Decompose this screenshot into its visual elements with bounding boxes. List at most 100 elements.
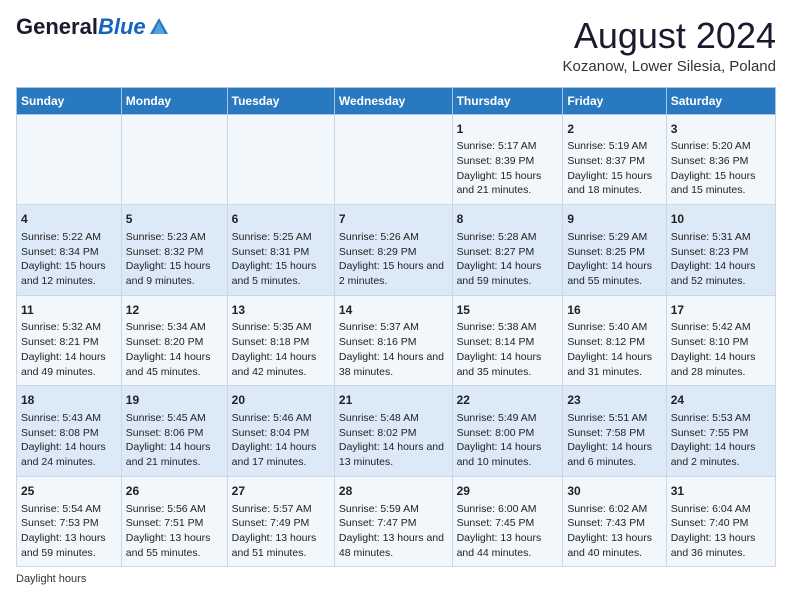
table-cell: 23 Sunrise: 5:51 AMSunset: 7:58 PMDayligh… <box>563 386 666 477</box>
day-number: 1 <box>457 121 559 138</box>
day-info: Sunrise: 5:25 AMSunset: 8:31 PMDaylight:… <box>232 230 330 289</box>
day-number: 22 <box>457 392 559 409</box>
day-info: Sunrise: 5:19 AMSunset: 8:37 PMDaylight:… <box>567 139 661 198</box>
table-cell: 6 Sunrise: 5:25 AMSunset: 8:31 PMDaylight… <box>227 205 334 296</box>
day-number: 27 <box>232 483 330 500</box>
table-cell: 18 Sunrise: 5:43 AMSunset: 8:08 PMDayligh… <box>17 386 122 477</box>
day-number: 5 <box>126 211 223 228</box>
table-cell: 31 Sunrise: 6:04 AMSunset: 7:40 PMDayligh… <box>666 476 775 567</box>
day-number: 12 <box>126 302 223 319</box>
col-sunday: Sunday <box>17 87 122 114</box>
table-cell <box>227 114 334 205</box>
col-monday: Monday <box>121 87 227 114</box>
day-number: 4 <box>21 211 117 228</box>
calendar-row: 4 Sunrise: 5:22 AMSunset: 8:34 PMDaylight… <box>17 205 776 296</box>
day-number: 17 <box>671 302 771 319</box>
day-info: Sunrise: 5:59 AMSunset: 7:47 PMDaylight:… <box>339 502 448 561</box>
col-friday: Friday <box>563 87 666 114</box>
day-number: 16 <box>567 302 661 319</box>
title-area: August 2024 Kozanow, Lower Silesia, Pola… <box>563 16 776 75</box>
day-number: 7 <box>339 211 448 228</box>
day-number: 26 <box>126 483 223 500</box>
day-number: 20 <box>232 392 330 409</box>
day-number: 14 <box>339 302 448 319</box>
location: Kozanow, Lower Silesia, Poland <box>563 58 776 75</box>
day-number: 29 <box>457 483 559 500</box>
table-cell: 22 Sunrise: 5:49 AMSunset: 8:00 PMDayligh… <box>452 386 563 477</box>
table-cell: 19 Sunrise: 5:45 AMSunset: 8:06 PMDayligh… <box>121 386 227 477</box>
table-cell: 28 Sunrise: 5:59 AMSunset: 7:47 PMDayligh… <box>334 476 452 567</box>
day-info: Sunrise: 5:43 AMSunset: 8:08 PMDaylight:… <box>21 411 117 470</box>
day-info: Sunrise: 5:42 AMSunset: 8:10 PMDaylight:… <box>671 320 771 379</box>
calendar-row: 18 Sunrise: 5:43 AMSunset: 8:08 PMDayligh… <box>17 386 776 477</box>
table-cell: 1Sunrise: 5:17 AMSunset: 8:39 PMDaylight… <box>452 114 563 205</box>
col-saturday: Saturday <box>666 87 775 114</box>
day-number: 19 <box>126 392 223 409</box>
day-info: Sunrise: 5:49 AMSunset: 8:00 PMDaylight:… <box>457 411 559 470</box>
calendar-row: 1Sunrise: 5:17 AMSunset: 8:39 PMDaylight… <box>17 114 776 205</box>
day-info: Sunrise: 5:20 AMSunset: 8:36 PMDaylight:… <box>671 139 771 198</box>
table-cell: 15Sunrise: 5:38 AMSunset: 8:14 PMDayligh… <box>452 295 563 386</box>
table-cell: 10 Sunrise: 5:31 AMSunset: 8:23 PMDayligh… <box>666 205 775 296</box>
table-cell: 29 Sunrise: 6:00 AMSunset: 7:45 PMDayligh… <box>452 476 563 567</box>
day-info: Sunrise: 5:57 AMSunset: 7:49 PMDaylight:… <box>232 502 330 561</box>
day-number: 9 <box>567 211 661 228</box>
day-info: Sunrise: 6:00 AMSunset: 7:45 PMDaylight:… <box>457 502 559 561</box>
day-number: 18 <box>21 392 117 409</box>
table-cell: 11Sunrise: 5:32 AMSunset: 8:21 PMDayligh… <box>17 295 122 386</box>
table-cell: 5 Sunrise: 5:23 AMSunset: 8:32 PMDaylight… <box>121 205 227 296</box>
table-cell <box>17 114 122 205</box>
day-number: 13 <box>232 302 330 319</box>
day-info: Sunrise: 5:23 AMSunset: 8:32 PMDaylight:… <box>126 230 223 289</box>
day-info: Sunrise: 5:29 AMSunset: 8:25 PMDaylight:… <box>567 230 661 289</box>
day-number: 10 <box>671 211 771 228</box>
col-thursday: Thursday <box>452 87 563 114</box>
table-cell <box>121 114 227 205</box>
table-cell: 12Sunrise: 5:34 AMSunset: 8:20 PMDayligh… <box>121 295 227 386</box>
day-info: Sunrise: 6:04 AMSunset: 7:40 PMDaylight:… <box>671 502 771 561</box>
day-info: Sunrise: 5:37 AMSunset: 8:16 PMDaylight:… <box>339 320 448 379</box>
calendar-row: 25Sunrise: 5:54 AMSunset: 7:53 PMDayligh… <box>17 476 776 567</box>
table-cell: 24Sunrise: 5:53 AMSunset: 7:55 PMDayligh… <box>666 386 775 477</box>
day-info: Sunrise: 5:51 AMSunset: 7:58 PMDaylight:… <box>567 411 661 470</box>
table-cell: 16Sunrise: 5:40 AMSunset: 8:12 PMDayligh… <box>563 295 666 386</box>
day-number: 28 <box>339 483 448 500</box>
calendar-table: Sunday Monday Tuesday Wednesday Thursday… <box>16 87 776 568</box>
day-info: Sunrise: 5:48 AMSunset: 8:02 PMDaylight:… <box>339 411 448 470</box>
col-tuesday: Tuesday <box>227 87 334 114</box>
day-info: Sunrise: 5:31 AMSunset: 8:23 PMDaylight:… <box>671 230 771 289</box>
table-cell: 13Sunrise: 5:35 AMSunset: 8:18 PMDayligh… <box>227 295 334 386</box>
header-row: Sunday Monday Tuesday Wednesday Thursday… <box>17 87 776 114</box>
logo-icon <box>148 16 170 38</box>
table-cell: 17Sunrise: 5:42 AMSunset: 8:10 PMDayligh… <box>666 295 775 386</box>
day-info: Sunrise: 5:56 AMSunset: 7:51 PMDaylight:… <box>126 502 223 561</box>
day-number: 2 <box>567 121 661 138</box>
table-cell: 21 Sunrise: 5:48 AMSunset: 8:02 PMDayligh… <box>334 386 452 477</box>
logo-blue: Blue <box>98 14 146 39</box>
calendar-row: 11Sunrise: 5:32 AMSunset: 8:21 PMDayligh… <box>17 295 776 386</box>
col-wednesday: Wednesday <box>334 87 452 114</box>
day-info: Sunrise: 6:02 AMSunset: 7:43 PMDaylight:… <box>567 502 661 561</box>
month-title: August 2024 <box>563 16 776 56</box>
day-number: 15 <box>457 302 559 319</box>
table-cell <box>334 114 452 205</box>
day-number: 6 <box>232 211 330 228</box>
day-info: Sunrise: 5:34 AMSunset: 8:20 PMDaylight:… <box>126 320 223 379</box>
day-info: Sunrise: 5:28 AMSunset: 8:27 PMDaylight:… <box>457 230 559 289</box>
day-number: 23 <box>567 392 661 409</box>
day-number: 21 <box>339 392 448 409</box>
day-number: 31 <box>671 483 771 500</box>
table-cell: 7 Sunrise: 5:26 AMSunset: 8:29 PMDaylight… <box>334 205 452 296</box>
table-cell: 8Sunrise: 5:28 AMSunset: 8:27 PMDaylight… <box>452 205 563 296</box>
table-cell: 3Sunrise: 5:20 AMSunset: 8:36 PMDaylight… <box>666 114 775 205</box>
day-info: Sunrise: 5:45 AMSunset: 8:06 PMDaylight:… <box>126 411 223 470</box>
table-cell: 9 Sunrise: 5:29 AMSunset: 8:25 PMDaylight… <box>563 205 666 296</box>
day-info: Sunrise: 5:46 AMSunset: 8:04 PMDaylight:… <box>232 411 330 470</box>
day-info: Sunrise: 5:54 AMSunset: 7:53 PMDaylight:… <box>21 502 117 561</box>
table-cell: 20 Sunrise: 5:46 AMSunset: 8:04 PMDayligh… <box>227 386 334 477</box>
table-cell: 26 Sunrise: 5:56 AMSunset: 7:51 PMDayligh… <box>121 476 227 567</box>
day-info: Sunrise: 5:26 AMSunset: 8:29 PMDaylight:… <box>339 230 448 289</box>
day-info: Sunrise: 5:22 AMSunset: 8:34 PMDaylight:… <box>21 230 117 289</box>
table-cell: 27 Sunrise: 5:57 AMSunset: 7:49 PMDayligh… <box>227 476 334 567</box>
table-cell: 30Sunrise: 6:02 AMSunset: 7:43 PMDayligh… <box>563 476 666 567</box>
